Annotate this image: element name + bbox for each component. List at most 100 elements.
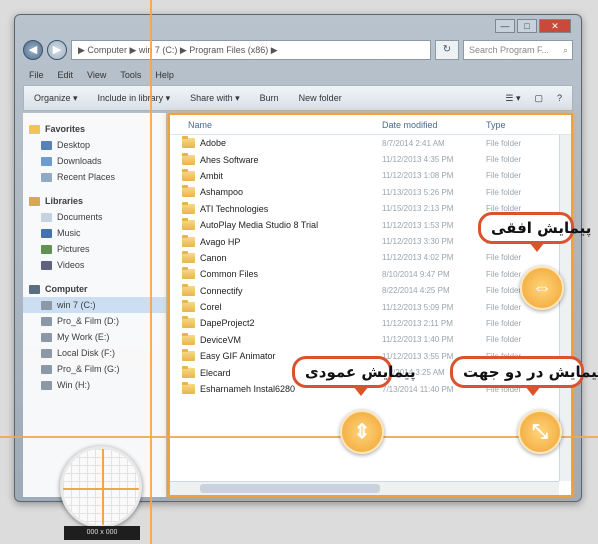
table-row[interactable]: Canon 11/12/2013 4:02 PM File folder	[170, 250, 571, 266]
nav-recent-places[interactable]: Recent Places	[23, 169, 166, 185]
nav-drive-h[interactable]: Win (H:)	[23, 377, 166, 393]
magnifier-crosshair-v	[102, 449, 104, 525]
file-date: 11/12/2013 4:35 PM	[382, 155, 454, 165]
nav-downloads[interactable]: Downloads	[23, 153, 166, 169]
file-date: 11/12/2013 3:30 PM	[382, 237, 454, 247]
file-name: Ashampoo	[200, 187, 244, 198]
magnifier-crosshair-h	[63, 488, 139, 490]
table-row[interactable]: Corel 11/12/2013 5:09 PM File folder	[170, 299, 571, 315]
nav-libraries-label: Libraries	[45, 196, 84, 206]
minimize-button[interactable]: —	[495, 19, 515, 33]
nav-favorites[interactable]: Favorites	[23, 121, 166, 137]
folder-icon	[182, 349, 195, 362]
menu-edit[interactable]: Edit	[58, 70, 74, 80]
nav-computer-label: Computer	[45, 284, 88, 294]
menu-tools[interactable]: Tools	[120, 70, 141, 80]
table-row[interactable]: DeviceVM 11/12/2013 1:40 PM File folder	[170, 332, 571, 348]
menu-file[interactable]: File	[29, 70, 44, 80]
nav-pictures[interactable]: Pictures	[23, 241, 166, 257]
column-date-header[interactable]: Date modified	[382, 120, 486, 130]
nav-computer[interactable]: Computer	[23, 281, 166, 297]
file-type: File folder	[486, 318, 522, 328]
back-button[interactable]: ◀	[23, 40, 43, 60]
horizontal-scroll-thumb[interactable]	[200, 484, 380, 493]
file-name: Adobe	[200, 138, 227, 149]
table-row[interactable]: Ashampoo 11/13/2013 5:26 PM File folder	[170, 184, 571, 200]
new-folder-button[interactable]: New folder	[299, 93, 342, 103]
column-name-header[interactable]: Name	[170, 120, 382, 130]
nav-drive-f-label: Local Disk (F:)	[57, 348, 116, 358]
file-date: 11/15/2013 2:13 PM	[382, 204, 454, 214]
nav-drive-f[interactable]: Local Disk (F:)	[23, 345, 166, 361]
file-name: Corel	[200, 302, 222, 313]
file-name: Easy GIF Animator	[200, 351, 276, 362]
file-type: File folder	[486, 187, 522, 197]
file-name-cell: Canon	[170, 250, 382, 263]
library-icon	[29, 196, 40, 206]
nav-recent-label: Recent Places	[57, 172, 116, 182]
star-icon	[29, 124, 40, 134]
include-library-button[interactable]: Include in library ▾	[98, 93, 171, 104]
table-row[interactable]: Ahes Software 11/12/2013 4:35 PM File fold…	[170, 151, 571, 167]
file-name-cell: Ahes Software	[170, 152, 382, 165]
forward-button[interactable]: ▶	[47, 40, 67, 60]
column-type-header[interactable]: Type	[486, 120, 546, 130]
file-name: AutoPlay Media Studio 8 Trial	[200, 220, 319, 231]
table-row[interactable]: Adobe 8/7/2014 2:41 AM File folder	[170, 135, 571, 151]
nav-drive-e[interactable]: My Work (E:)	[23, 329, 166, 345]
menu-help[interactable]: Help	[155, 70, 174, 80]
nav-music-label: Music	[57, 228, 81, 238]
nav-drive-c[interactable]: win 7 (C:)	[23, 297, 166, 313]
menu-bar: File Edit View Tools Help	[23, 67, 573, 83]
menu-view[interactable]: View	[87, 70, 106, 80]
videos-icon	[41, 260, 52, 270]
file-name-cell: Ashampoo	[170, 185, 382, 198]
file-type: File folder	[486, 171, 522, 181]
file-name: Ambit	[200, 170, 224, 181]
refresh-button[interactable]: ↻	[435, 40, 459, 60]
help-button[interactable]: ?	[557, 93, 562, 104]
file-name-cell: Corel	[170, 300, 382, 313]
address-row: ◀ ▶ ▶ Computer ▶ win 7 (C:) ▶ Program Fi…	[23, 37, 573, 63]
table-row[interactable]: Common Files 8/10/2014 9:47 PM File folder	[170, 266, 571, 282]
file-date: 11/12/2013 4:02 PM	[382, 253, 454, 263]
share-with-button[interactable]: Share with ▾	[190, 93, 240, 104]
file-name: Esharnameh Instal6280	[200, 384, 296, 395]
table-row[interactable]: DapeProject2 11/12/2013 2:11 PM File folde…	[170, 315, 571, 331]
file-date: 11/12/2013 5:09 PM	[382, 302, 454, 312]
preview-pane-button[interactable]: ▢	[534, 93, 543, 104]
nav-documents[interactable]: Documents	[23, 209, 166, 225]
desktop-icon	[41, 140, 52, 150]
horizontal-guide-line	[0, 436, 598, 438]
drive-icon	[41, 364, 52, 374]
vertical-guide-line	[150, 0, 152, 544]
organize-button[interactable]: Organize ▾	[34, 93, 78, 104]
address-bar[interactable]: ▶ Computer ▶ win 7 (C:) ▶ Program Files …	[71, 40, 431, 60]
close-button[interactable]: ✕	[539, 19, 571, 33]
nav-documents-label: Documents	[57, 212, 103, 222]
nav-libraries[interactable]: Libraries	[23, 193, 166, 209]
file-date: 11/12/2013 1:53 PM	[382, 220, 454, 230]
drive-icon	[41, 332, 52, 342]
nav-drive-d[interactable]: Pro_& Film (D:)	[23, 313, 166, 329]
diagonal-scroll-callout: پیمایش در دو جهت	[450, 356, 598, 396]
nav-music[interactable]: Music	[23, 225, 166, 241]
file-name-cell: DapeProject2	[170, 316, 382, 329]
maximize-button[interactable]: □	[517, 19, 537, 33]
burn-button[interactable]: Burn	[260, 93, 279, 103]
view-options-button[interactable]: ☰ ▾	[505, 93, 520, 104]
table-row[interactable]: Ambit 11/12/2013 1:08 PM File folder	[170, 168, 571, 184]
nav-videos-label: Videos	[57, 260, 85, 270]
file-date: 8/7/2014 2:41 AM	[382, 138, 445, 148]
horizontal-resize-cursor-icon: ⇔	[520, 266, 564, 310]
nav-desktop[interactable]: Desktop	[23, 137, 166, 153]
file-name: Connectify	[200, 285, 243, 296]
documents-icon	[41, 212, 52, 222]
nav-drive-g[interactable]: Pro_& Film (G:)	[23, 361, 166, 377]
search-input[interactable]: Search Program F... ⌕	[463, 40, 573, 60]
table-row[interactable]: Connectify 8/22/2014 4:25 PM File folder	[170, 283, 571, 299]
nav-videos[interactable]: Videos	[23, 257, 166, 273]
horizontal-scrollbar[interactable]	[170, 481, 559, 495]
file-name: Elecard	[200, 367, 231, 378]
file-date: 11/12/2013 1:08 PM	[382, 171, 454, 181]
